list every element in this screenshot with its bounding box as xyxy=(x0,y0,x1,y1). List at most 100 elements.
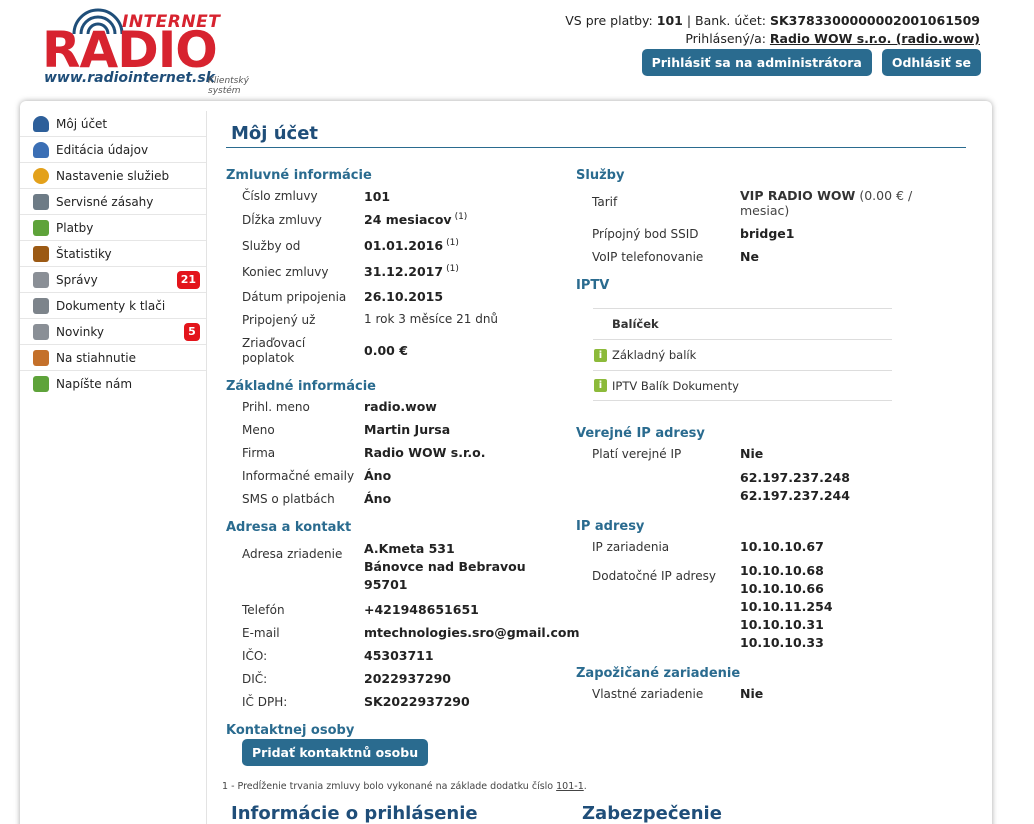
title-divider xyxy=(226,147,966,148)
dic-value: 2022937290 xyxy=(364,671,451,686)
borrowed-device-heading: Zapožičané zariadenie xyxy=(576,666,741,681)
connected-since-value: 1 rok 3 měsíce 21 dnů xyxy=(364,312,499,326)
info-emails-value: Áno xyxy=(364,468,392,483)
sidebar-item-label: Nastavenie služieb xyxy=(56,168,170,183)
sidebar-item-contact-us[interactable]: Napíšte nám xyxy=(20,371,206,397)
basic-info-heading: Základné informácie xyxy=(226,379,376,394)
sidebar-item-label: Môj účet xyxy=(56,116,108,131)
public-ip-address: 62.197.237.248 xyxy=(740,470,850,485)
iptv-table: Balíček i Základný balík i IPTV Balík Do… xyxy=(593,308,892,401)
services-from-label: Služby od xyxy=(242,239,301,253)
sms-payments-value: Áno xyxy=(364,491,392,506)
footnote-marker: (1) xyxy=(454,212,468,222)
bank-value: SK3783300000002001061509 xyxy=(769,13,980,28)
public-ip-label: Platí verejné IP xyxy=(592,447,682,461)
email-label: E-mail xyxy=(242,626,280,640)
connected-since-label: Pripojený už xyxy=(242,313,316,327)
chart-icon xyxy=(33,245,49,262)
tools-icon xyxy=(33,193,49,210)
sidebar-item-messages[interactable]: Správy 21 xyxy=(20,267,206,293)
contract-info-heading: Zmluvné informácie xyxy=(226,168,372,183)
page-title: Môj účet xyxy=(231,123,319,144)
services-heading: Služby xyxy=(576,168,625,183)
sidebar-item-edit-data[interactable]: Editácia údajov xyxy=(20,137,206,163)
sidebar-item-label: Editácia údajov xyxy=(56,142,149,157)
tariff-price: (0.00 € / xyxy=(859,188,913,203)
extra-ip-label: Dodatočné IP adresy xyxy=(592,569,716,583)
iptv-table-header: Balíček xyxy=(593,308,892,339)
info-icon[interactable]: i xyxy=(594,379,607,392)
header-buttons: Prihlásiť sa na administrátora Odhlásiť … xyxy=(641,49,981,76)
extra-ip-value: 10.10.11.254 xyxy=(740,599,833,614)
iptv-heading: IPTV xyxy=(576,278,610,293)
dic-label: DIČ: xyxy=(242,672,268,686)
address-line-1: A.Kmeta 531 xyxy=(364,541,455,556)
contract-end-value: 31.12.2017 (1) xyxy=(364,264,459,280)
logo-url: www.radiointernet.sk xyxy=(44,70,215,86)
messages-count-badge: 21 xyxy=(176,271,200,289)
tariff-unit: mesiac) xyxy=(740,203,790,218)
sidebar-item-label: Dokumenty k tlači xyxy=(56,298,166,313)
mail-icon xyxy=(33,271,49,288)
mail-add-icon xyxy=(33,376,49,392)
payment-info: VS pre platby: 101 | Bank. účet: SK37833… xyxy=(565,12,980,30)
logout-button[interactable]: Odhlásiť se xyxy=(881,49,981,76)
sidebar-item-statistics[interactable]: Štatistiky xyxy=(20,241,206,267)
company-label: Firma xyxy=(242,446,276,460)
contract-length-value: 24 mesiacov (1) xyxy=(364,212,468,228)
sidebar-item-payments[interactable]: Platby xyxy=(20,215,206,241)
sidebar-item-downloads[interactable]: Na stiahnutie xyxy=(20,345,206,371)
ssid-label: Prípojný bod SSID xyxy=(592,227,699,241)
extra-ip-value: 10.10.10.33 xyxy=(740,635,824,650)
voip-value: Ne xyxy=(740,249,759,264)
own-device-value: Nie xyxy=(740,686,764,701)
iptv-package-name: IPTV Balík Dokumenty xyxy=(612,378,739,393)
login-user-link[interactable]: Radio WOW s.r.o. (radio.wow) xyxy=(770,31,980,46)
sidebar-item-my-account[interactable]: Môj účet xyxy=(20,111,206,137)
email-value: mtechnologies.sro@gmail.com xyxy=(364,625,580,640)
device-ip-label: IP zariadenia xyxy=(592,540,670,554)
sidebar-item-news[interactable]: Novinky 5 xyxy=(20,319,206,345)
vat-id-value: SK2022937290 xyxy=(364,694,470,709)
setup-fee-value: 0.00 € xyxy=(364,343,408,358)
login-name-label: Prihl. meno xyxy=(242,400,310,414)
admin-login-button[interactable]: Prihlásiť sa na administrátora xyxy=(641,49,872,76)
sidebar-item-label: Novinky xyxy=(56,324,104,339)
main-card: Môj účet Editácia údajov Nastavenie služ… xyxy=(20,101,992,824)
public-ip-heading: Verejné IP adresy xyxy=(576,426,705,441)
info-icon[interactable]: i xyxy=(594,348,607,362)
footnote: 1 - Predĺženie trvania zmluvy bolo vykon… xyxy=(222,781,587,792)
sidebar-item-label: Platby xyxy=(56,220,94,235)
sidebar-item-service-settings[interactable]: Nastavenie služieb xyxy=(20,163,206,189)
table-row[interactable]: i IPTV Balík Dokumenty xyxy=(593,370,892,401)
sidebar: Môj účet Editácia údajov Nastavenie služ… xyxy=(20,111,206,397)
sidebar-item-service-calls[interactable]: Servisné zásahy xyxy=(20,189,206,215)
address-label: Adresa zriadenie xyxy=(242,547,343,561)
newspaper-icon xyxy=(33,323,49,340)
account-summary: VS pre platby: 101 | Bank. účet: SK37833… xyxy=(565,12,980,48)
public-ip-address: 62.197.237.244 xyxy=(740,488,850,503)
voip-label: VoIP telefonovanie xyxy=(592,250,704,264)
name-label: Meno xyxy=(242,423,275,437)
download-icon xyxy=(33,349,49,366)
info-emails-label: Informačné emaily xyxy=(242,469,355,483)
vs-value: 101 xyxy=(656,13,683,28)
add-contact-button[interactable]: Pridať kontaktnů osobu xyxy=(242,739,429,766)
device-ip-value: 10.10.10.67 xyxy=(740,539,824,554)
separator: | xyxy=(686,13,696,28)
contact-persons-heading: Kontaktnej osoby xyxy=(226,723,355,738)
contract-number-value: 101 xyxy=(364,189,391,204)
logo[interactable]: INTERNET RADIO www.radiointernet.sk Klie… xyxy=(40,6,280,96)
ssid-value: bridge1 xyxy=(740,226,795,241)
login-label: Prihlásený/a: xyxy=(685,31,766,46)
sms-payments-label: SMS o platbách xyxy=(242,492,335,506)
footnote-amendment-link[interactable]: 101-1 xyxy=(556,781,584,792)
connection-date-label: Dátum pripojenia xyxy=(242,290,347,304)
sidebar-item-print-documents[interactable]: Dokumenty k tlači xyxy=(20,293,206,319)
table-row[interactable]: i Základný balík xyxy=(593,339,892,370)
sidebar-item-label: Štatistiky xyxy=(56,246,112,261)
footnote-end: . xyxy=(583,781,587,792)
printer-icon xyxy=(33,297,49,314)
gear-icon xyxy=(33,167,49,184)
bank-label: Bank. účet: xyxy=(695,13,766,28)
